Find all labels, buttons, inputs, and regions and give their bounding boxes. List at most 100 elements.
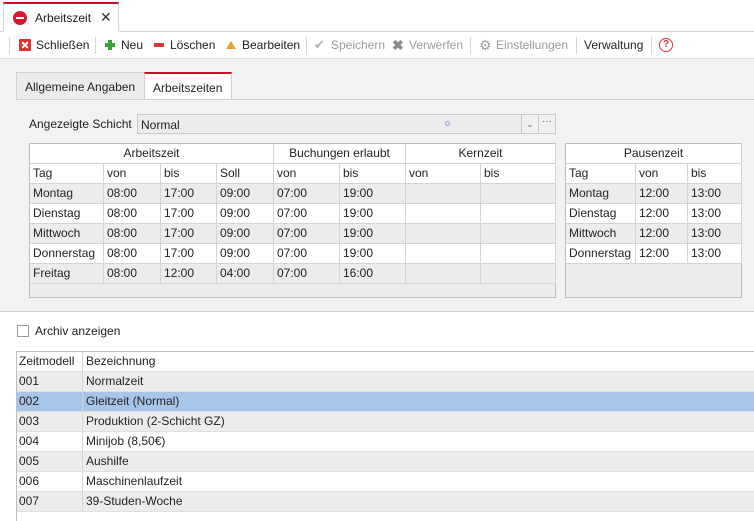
list-item[interactable]: 006 Maschinenlaufzeit	[17, 472, 754, 492]
table-cell[interactable]: Mittwoch	[30, 224, 104, 244]
table-cell[interactable]	[406, 204, 481, 224]
table-cell[interactable]: 19:00	[340, 184, 406, 204]
table-cell[interactable]: Mittwoch	[566, 224, 636, 244]
table-cell[interactable]: Montag	[566, 184, 636, 204]
table-cell[interactable]: 13:00	[688, 224, 742, 244]
chevron-down-icon[interactable]: ⌄	[521, 114, 539, 134]
column-header[interactable]: von	[636, 164, 688, 184]
settings-button-label: Einstellungen	[496, 38, 569, 52]
table-cell[interactable]: Montag	[30, 184, 104, 204]
table-cell[interactable]: Dienstag	[30, 204, 104, 224]
table-cell[interactable]: 07:00	[274, 264, 340, 284]
table-cell[interactable]: 07:00	[274, 204, 340, 224]
delete-button[interactable]: Löschen	[153, 37, 215, 53]
column-header[interactable]: von	[104, 164, 161, 184]
column-header[interactable]: bis	[161, 164, 217, 184]
table-cell[interactable]: 08:00	[104, 264, 161, 284]
list-item[interactable]: 007 39-Studen-Woche	[17, 492, 754, 512]
table-cell[interactable]: 12:00	[636, 184, 688, 204]
column-header[interactable]: von	[274, 164, 340, 184]
table-cell[interactable]: 08:00	[104, 204, 161, 224]
column-header[interactable]: bis	[340, 164, 406, 184]
table-cell[interactable]: 19:00	[340, 224, 406, 244]
list-item[interactable]: 004 Minijob (8,50€)	[17, 432, 754, 452]
table-cell[interactable]	[406, 224, 481, 244]
table-cell[interactable]	[406, 264, 481, 284]
table-cell[interactable]	[406, 184, 481, 204]
column-header[interactable]: von	[406, 164, 481, 184]
column-header-zeitmodell[interactable]: Zeitmodell	[17, 352, 83, 372]
list-item[interactable]: 002 Gleitzeit (Normal)	[17, 392, 754, 412]
table-cell[interactable]: 13:00	[688, 244, 742, 264]
table-cell[interactable]	[481, 184, 556, 204]
zeitmodell-code: 003	[17, 412, 83, 432]
column-header[interactable]: Soll	[217, 164, 274, 184]
schicht-select[interactable]: Normal ⌄ ···	[137, 114, 556, 134]
zeitmodell-code: 006	[17, 472, 83, 492]
table-cell[interactable]: Freitag	[30, 264, 104, 284]
table-cell[interactable]: 13:00	[688, 184, 742, 204]
column-header-bezeichnung[interactable]: Bezeichnung	[83, 352, 155, 372]
table-cell[interactable]: 19:00	[340, 204, 406, 224]
edit-triangle-icon	[225, 39, 237, 51]
minus-icon	[153, 39, 165, 51]
document-tab-arbeitszeit[interactable]: Arbeitszeit ✕	[3, 2, 119, 32]
table-cell[interactable]: 07:00	[274, 224, 340, 244]
tab-arbeitszeiten[interactable]: Arbeitszeiten	[144, 72, 232, 100]
table-cell[interactable]: Donnerstag	[566, 244, 636, 264]
table-cell[interactable]: 12:00	[636, 224, 688, 244]
toolbar-separator	[95, 37, 96, 54]
list-item[interactable]: 003 Produktion (2-Schicht GZ)	[17, 412, 754, 432]
column-header[interactable]: bis	[481, 164, 556, 184]
list-item[interactable]: 005 Aushilfe	[17, 452, 754, 472]
table-cell[interactable]	[481, 244, 556, 264]
table-cell[interactable]: 17:00	[161, 244, 217, 264]
zeitmodell-code: 007	[17, 492, 83, 512]
table-cell[interactable]: 07:00	[274, 184, 340, 204]
new-button[interactable]: Neu	[104, 37, 143, 53]
table-cell[interactable]: 12:00	[636, 244, 688, 264]
table-cell[interactable]: 17:00	[161, 204, 217, 224]
table-cell[interactable]: 04:00	[217, 264, 274, 284]
archive-checkbox[interactable]	[17, 325, 29, 337]
table-cell[interactable]: 09:00	[217, 224, 274, 244]
edit-button[interactable]: Bearbeiten	[225, 37, 300, 53]
band-pausenzeit: Pausenzeit	[566, 144, 742, 164]
admin-button[interactable]: Verwaltung	[584, 37, 643, 53]
table-cell[interactable]: Donnerstag	[30, 244, 104, 264]
table-cell[interactable]: 16:00	[340, 264, 406, 284]
table-cell[interactable]: 09:00	[217, 244, 274, 264]
table-cell[interactable]: 12:00	[161, 264, 217, 284]
close-button[interactable]: Schließen	[19, 37, 89, 53]
more-options-button[interactable]: ···	[538, 114, 556, 134]
table-cell[interactable]: 08:00	[104, 184, 161, 204]
save-button[interactable]: ✔ Speichern	[314, 37, 385, 53]
help-button[interactable]: ?	[659, 37, 678, 53]
list-item[interactable]: 001 Normalzeit	[17, 372, 754, 392]
settings-button[interactable]: ⚙ Einstellungen	[479, 37, 568, 53]
zeitmodell-code: 002	[17, 392, 83, 412]
table-cell[interactable]	[481, 264, 556, 284]
checkmark-icon: ✔	[314, 37, 325, 52]
table-cell[interactable]: 08:00	[104, 244, 161, 264]
column-header[interactable]: Tag	[566, 164, 636, 184]
table-cell[interactable]: 12:00	[636, 204, 688, 224]
close-tab-icon[interactable]: ✕	[100, 9, 112, 26]
table-cell[interactable]	[481, 204, 556, 224]
column-header[interactable]: Tag	[30, 164, 104, 184]
table-cell[interactable]: 08:00	[104, 224, 161, 244]
table-cell[interactable]: 13:00	[688, 204, 742, 224]
table-cell[interactable]: 09:00	[217, 184, 274, 204]
column-header[interactable]: bis	[688, 164, 742, 184]
table-cell[interactable]: 17:00	[161, 184, 217, 204]
discard-button[interactable]: ✖ Verwerfen	[392, 37, 463, 53]
zeitmodell-name: Gleitzeit (Normal)	[86, 394, 180, 408]
table-cell[interactable]: 09:00	[217, 204, 274, 224]
table-cell[interactable]	[406, 244, 481, 264]
table-cell[interactable]	[481, 224, 556, 244]
table-cell[interactable]: Dienstag	[566, 204, 636, 224]
table-cell[interactable]: 17:00	[161, 224, 217, 244]
table-cell[interactable]: 19:00	[340, 244, 406, 264]
table-cell[interactable]: 07:00	[274, 244, 340, 264]
tab-allgemeine-angaben[interactable]: Allgemeine Angaben	[16, 72, 145, 100]
